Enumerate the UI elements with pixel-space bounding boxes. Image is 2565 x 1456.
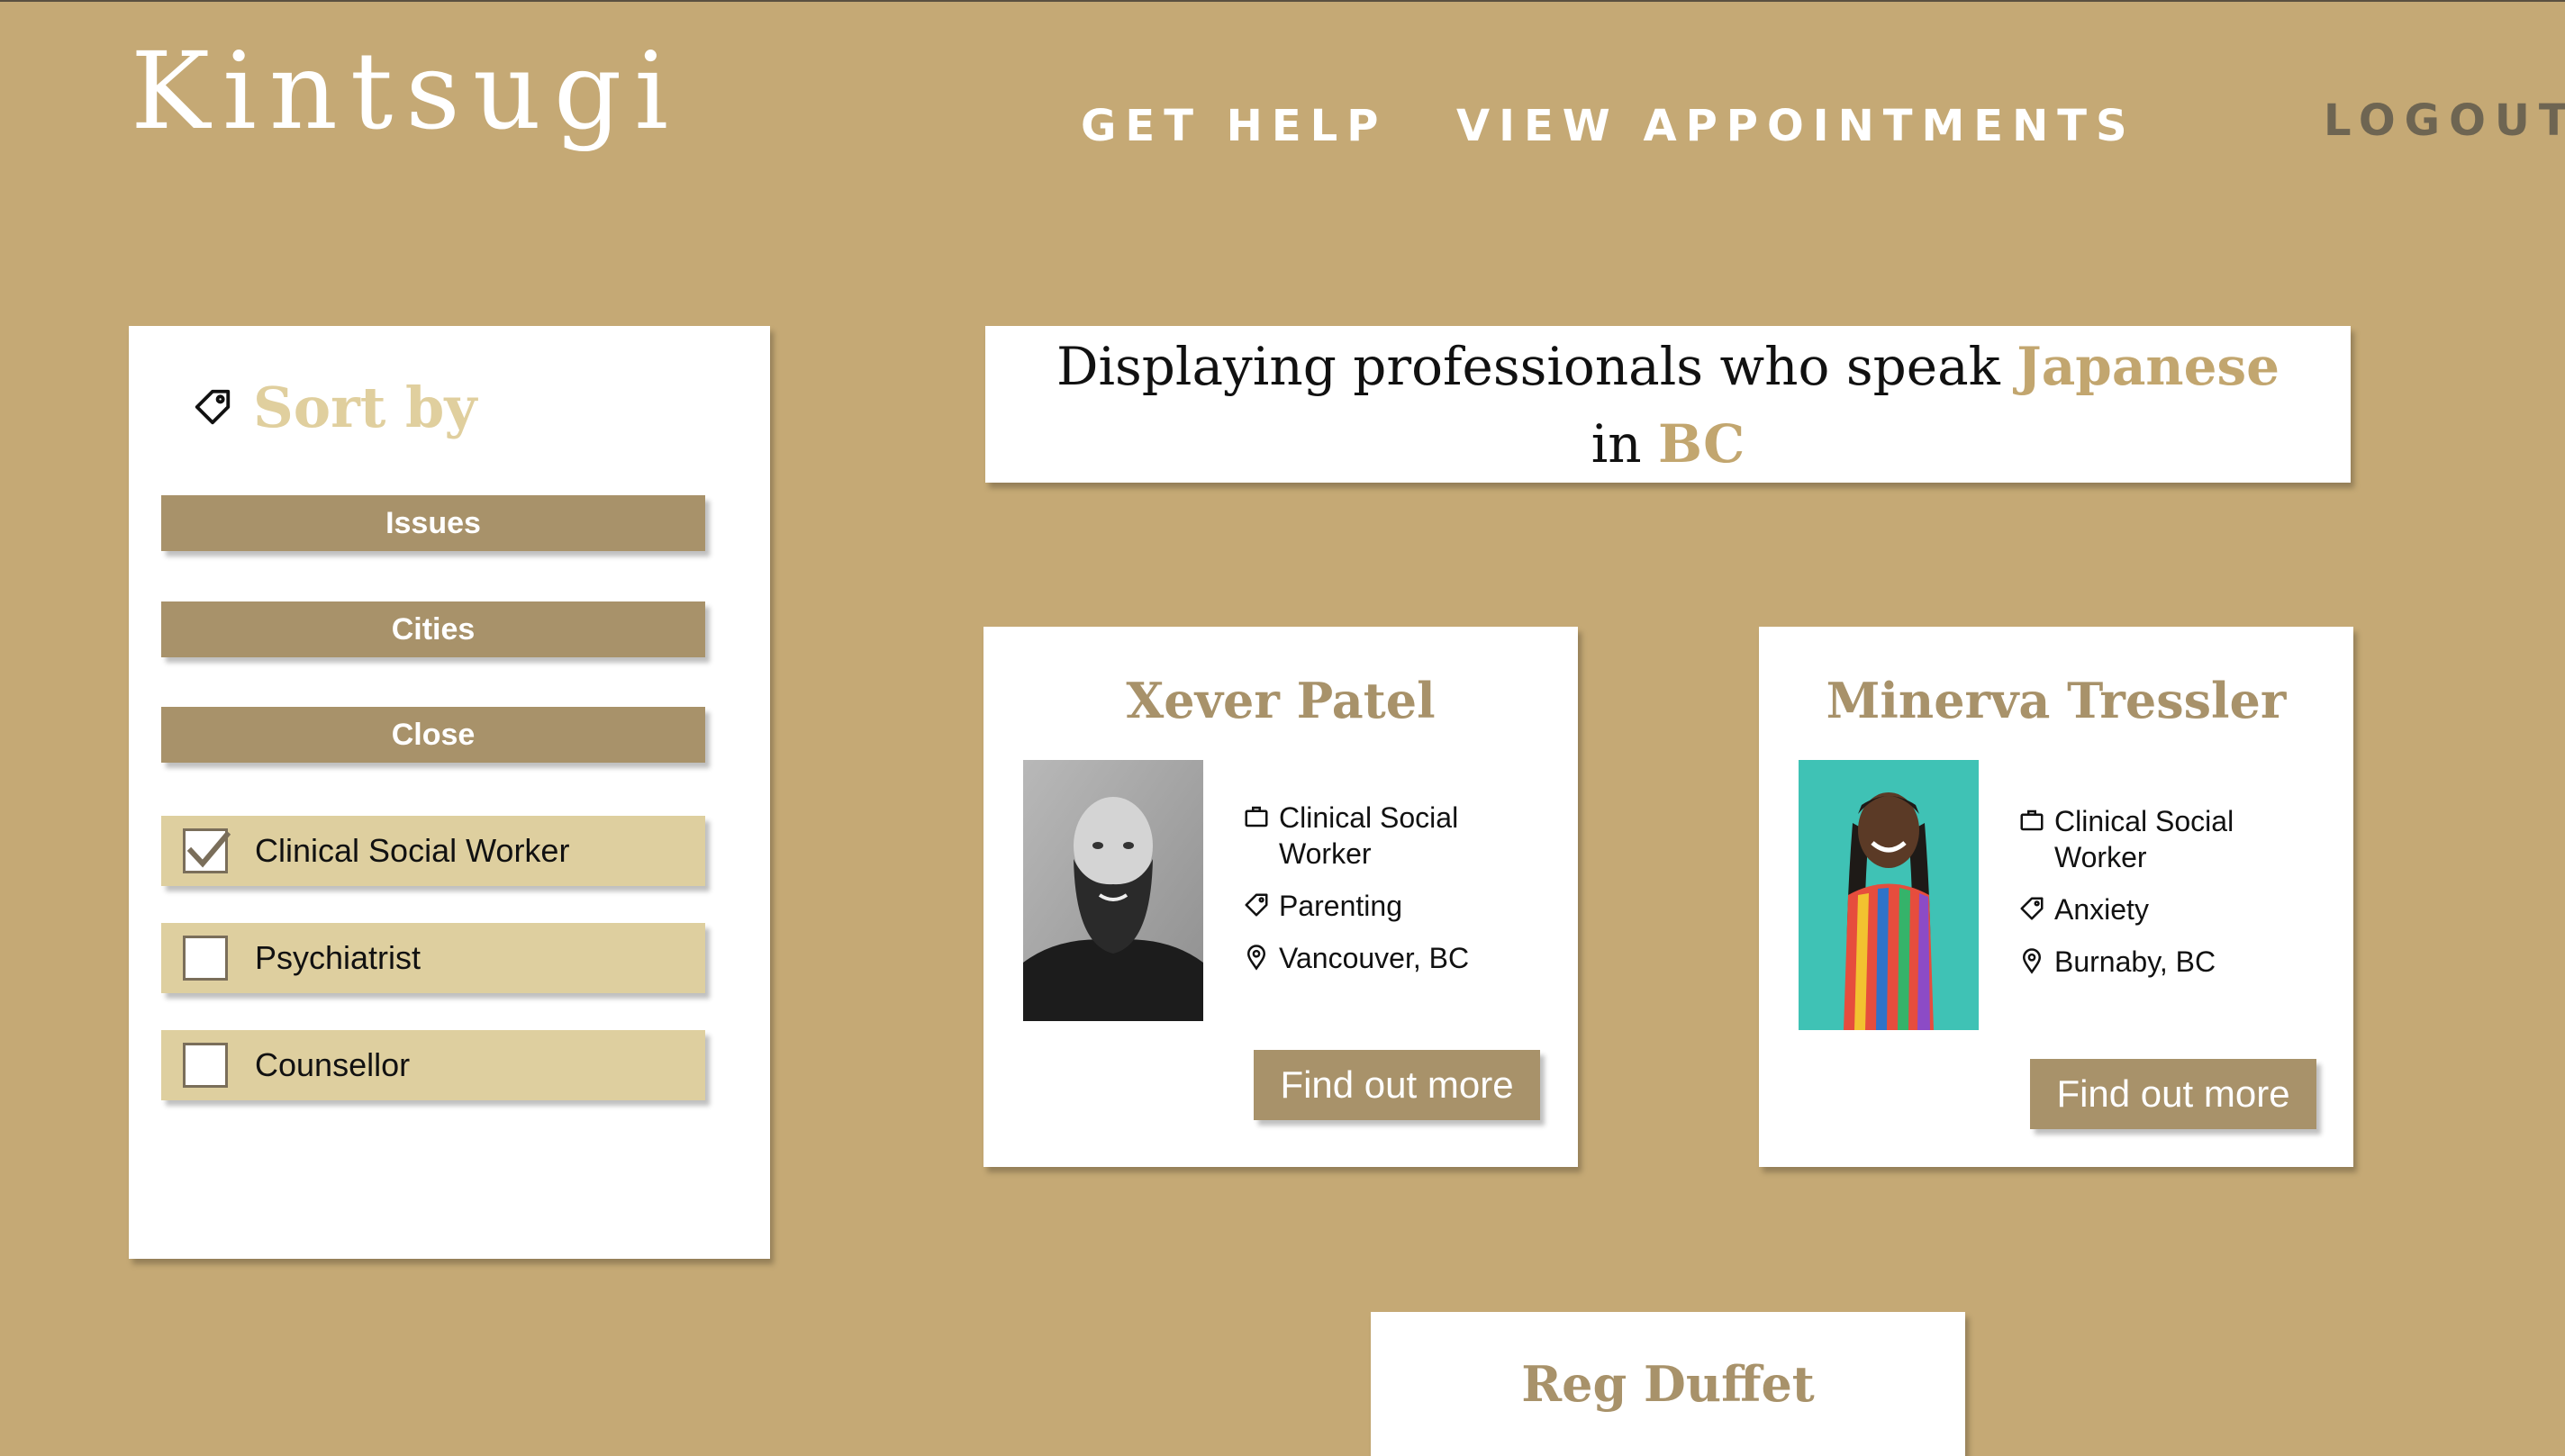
portrait-illustration: [1023, 760, 1203, 1021]
nav-view-appointments[interactable]: VIEW APPOINTMENTS: [1456, 104, 2136, 148]
checkbox-checked[interactable]: [183, 828, 231, 873]
banner-line-1: Displaying professionals who speak Japan…: [985, 328, 2351, 405]
cities-button[interactable]: Cities: [161, 601, 705, 657]
tag-icon: [1245, 893, 1268, 917]
professional-issue: Anxiety: [2054, 893, 2149, 926]
nav-get-help[interactable]: GET HELP: [1081, 104, 1387, 148]
professional-name: Minerva Tressler: [1826, 672, 2287, 729]
brand-logo[interactable]: Kintsugi: [131, 38, 681, 144]
checkbox-unchecked[interactable]: [183, 1043, 228, 1088]
find-out-more-button[interactable]: Find out more: [2030, 1059, 2316, 1129]
professional-name: Reg Duffet: [1521, 1355, 1815, 1413]
results-banner: Displaying professionals who speak Japan…: [985, 326, 2351, 483]
location-row: Vancouver, BC: [1243, 940, 1549, 976]
banner-region: BC: [1658, 413, 1745, 475]
professional-info: Clinical Social Worker Parenting Vancouv…: [1243, 800, 1549, 992]
window-top-border: [0, 0, 2565, 2]
professional-photo: [1799, 760, 1979, 1030]
professional-info: Clinical Social Worker Anxiety Burnaby, …: [2018, 803, 2325, 996]
tag-icon: [2020, 897, 2044, 920]
filter-label: Clinical Social Worker: [255, 832, 570, 869]
professional-card: Minerva Tressler Clinical Social Worker …: [1759, 627, 2353, 1167]
filter-counsellor[interactable]: Counsellor: [161, 1030, 705, 1100]
issue-row: Anxiety: [2018, 891, 2325, 927]
portrait-illustration: [1799, 760, 1979, 1030]
banner-line-2: in BC: [985, 405, 2351, 483]
checkbox-unchecked[interactable]: [183, 936, 228, 981]
location-row: Burnaby, BC: [2018, 944, 2325, 980]
issues-button[interactable]: Issues: [161, 495, 705, 551]
professional-photo: [1023, 760, 1203, 1021]
sort-title: Sort by: [253, 374, 477, 440]
tag-icon: [195, 389, 231, 425]
banner-language: Japanese: [2017, 336, 2280, 397]
sort-header: Sort by: [192, 371, 476, 443]
briefcase-icon: [1245, 806, 1268, 827]
banner-in: in: [1591, 413, 1642, 475]
sort-panel: Sort by Issues Cities Close Clinical Soc…: [129, 326, 770, 1259]
filter-psychiatrist[interactable]: Psychiatrist: [161, 923, 705, 993]
professional-issue: Parenting: [1279, 890, 1402, 922]
close-button[interactable]: Close: [161, 707, 705, 763]
filter-label: Counsellor: [255, 1046, 411, 1083]
nav-logout[interactable]: LOGOUT: [2324, 99, 2565, 142]
role-row: Clinical Social Worker: [2018, 803, 2325, 875]
professional-location: Burnaby, BC: [2054, 945, 2216, 978]
checkmark-icon: [186, 830, 231, 868]
banner-prefix: Displaying professionals who speak: [1056, 336, 2000, 397]
professional-role: Clinical Social Worker: [1279, 801, 1459, 870]
professional-name: Xever Patel: [1126, 672, 1436, 729]
professional-card: Reg Duffet: [1371, 1312, 1965, 1456]
location-pin-icon: [2022, 948, 2042, 974]
role-row: Clinical Social Worker: [1243, 800, 1549, 872]
briefcase-icon: [2020, 809, 2044, 831]
filter-clinical-social-worker[interactable]: Clinical Social Worker: [161, 816, 705, 886]
professional-location: Vancouver, BC: [1279, 942, 1470, 974]
professional-card: Xever Patel Clinical Social Worker Paren…: [983, 627, 1578, 1167]
issue-row: Parenting: [1243, 888, 1549, 924]
professional-role: Clinical Social Worker: [2054, 805, 2234, 873]
filter-label: Psychiatrist: [255, 939, 421, 976]
location-pin-icon: [1246, 945, 1266, 971]
find-out-more-button[interactable]: Find out more: [1254, 1050, 1540, 1120]
